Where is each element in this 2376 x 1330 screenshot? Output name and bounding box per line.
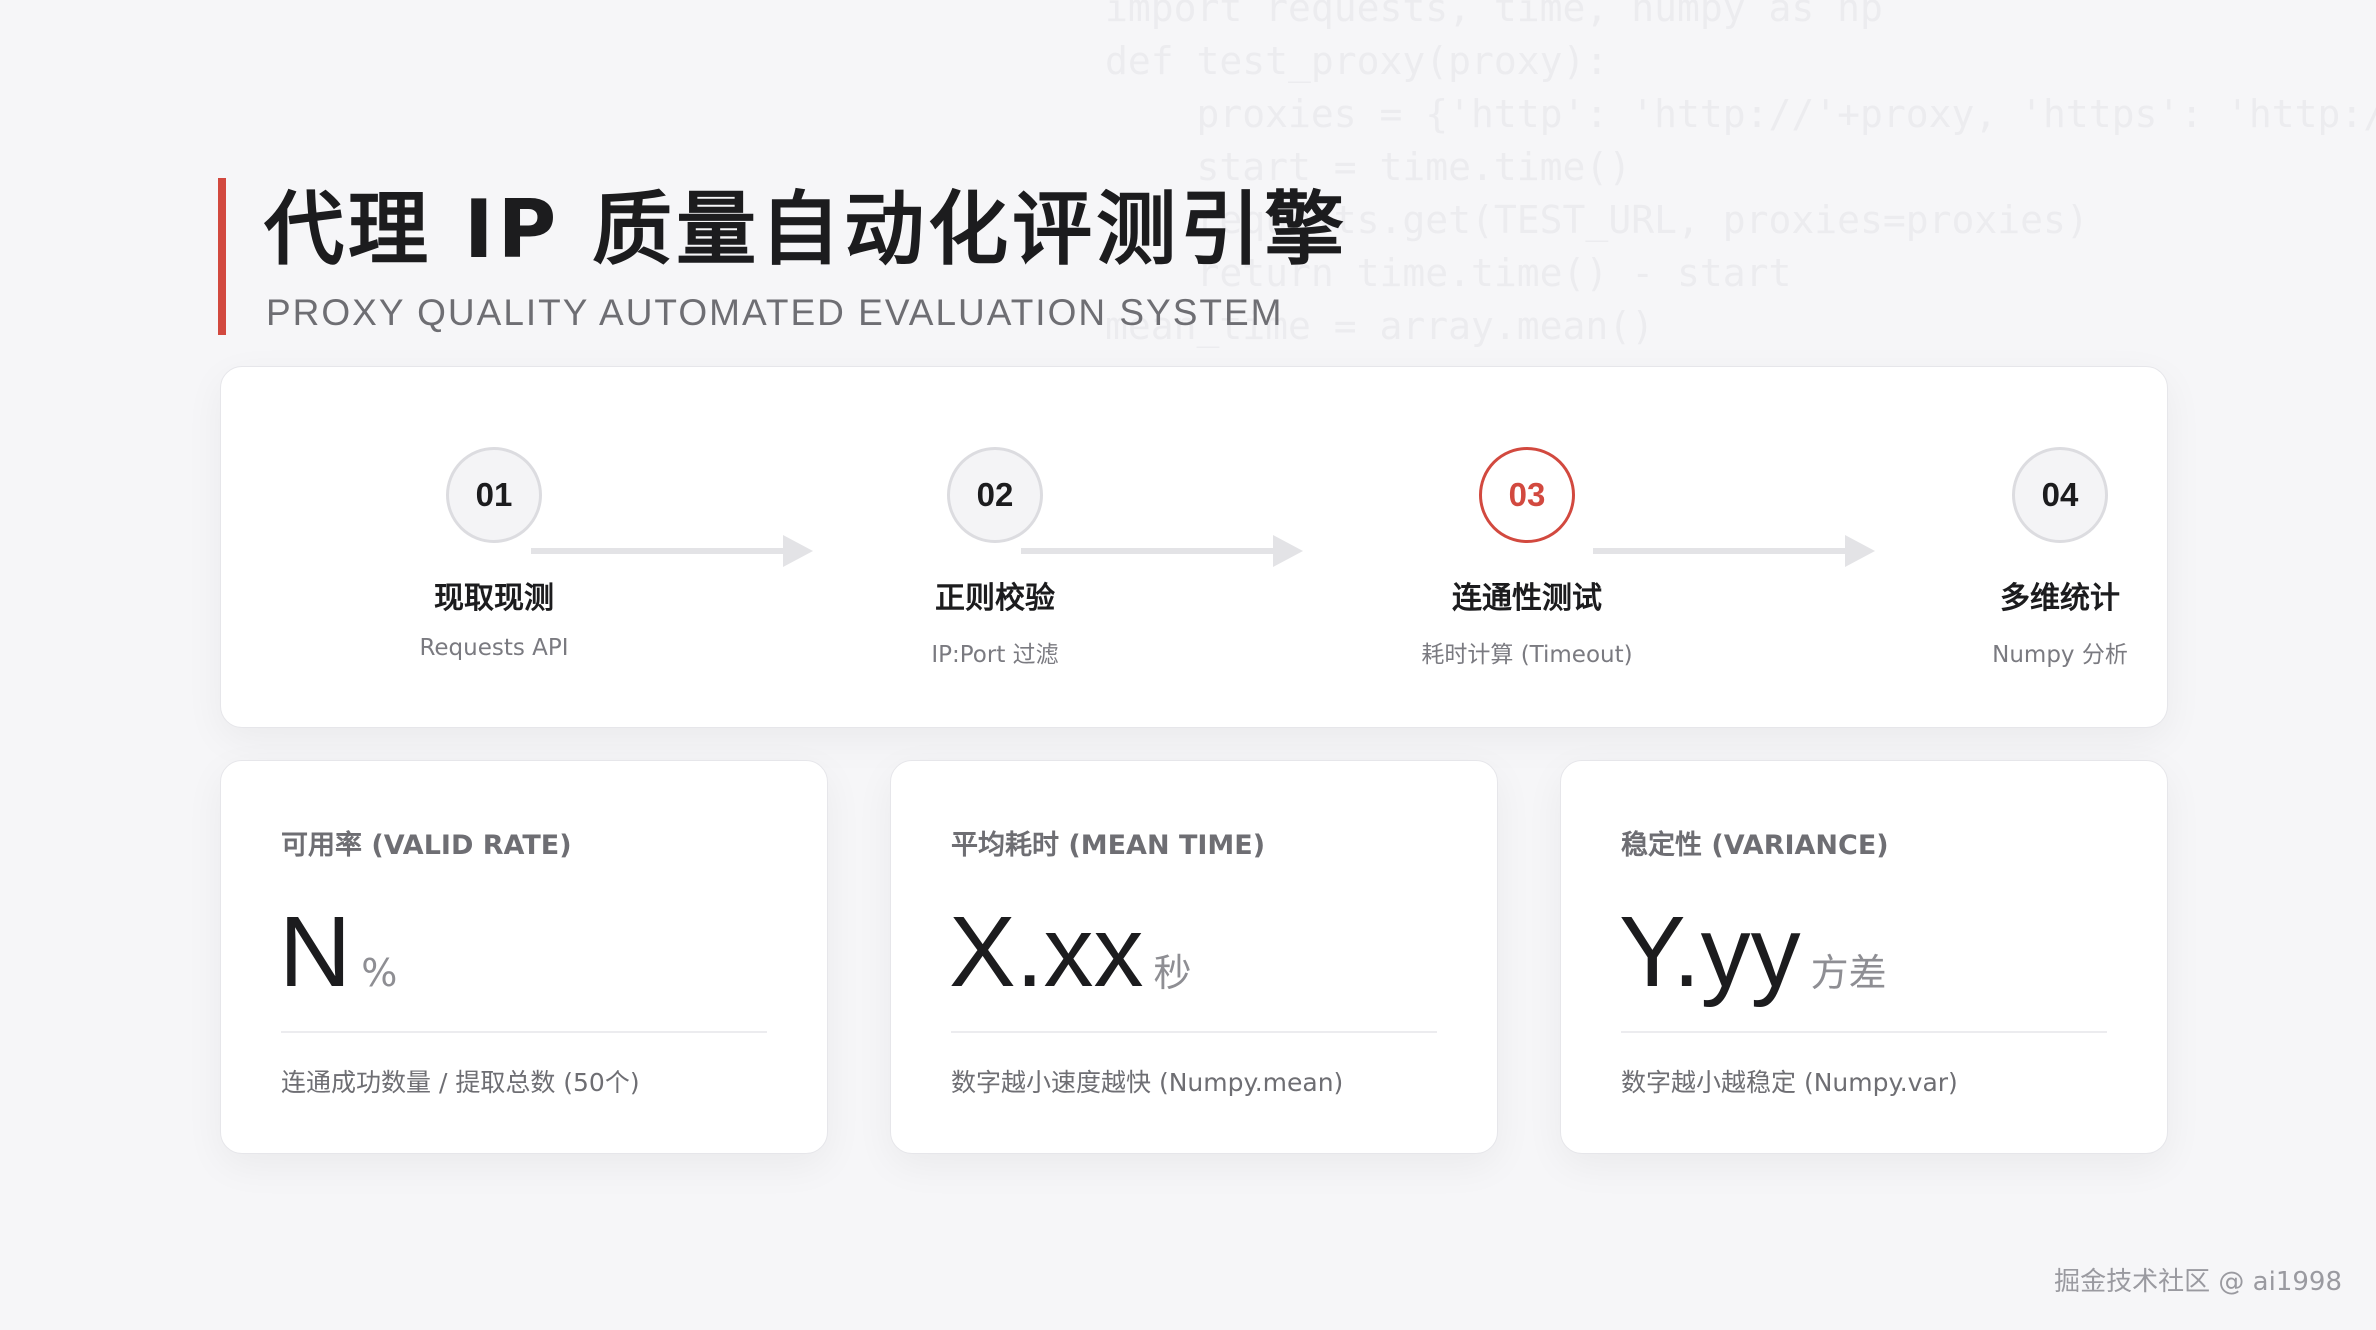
step-description: Numpy 分析: [1992, 642, 2128, 668]
title-accent-bar: [218, 178, 226, 335]
step-number-badge-active: 03: [1479, 447, 1575, 543]
step-title: 正则校验: [935, 581, 1055, 616]
metric-value: X.xx: [949, 896, 1144, 1008]
step-title: 多维统计: [2000, 581, 2120, 616]
metric-label: 稳定性 (VARIANCE): [1621, 830, 1889, 861]
metric-label: 平均耗时 (MEAN TIME): [951, 830, 1266, 861]
metric-value: N: [279, 896, 352, 1008]
step-number-badge: 01: [446, 447, 542, 543]
step-description: Requests API: [419, 635, 569, 661]
pipeline-step-4: 04 多维统计 Numpy 分析: [1910, 447, 2210, 669]
code-line: import requests, time, numpy as np: [1105, 0, 1883, 30]
metric-unit: 方差: [1810, 951, 1887, 995]
metric-note: 数字越小速度越快 (Numpy.mean): [951, 1068, 1344, 1097]
arrow-right-icon: [1021, 533, 1303, 569]
code-line: proxies = {'http': 'http://'+proxy, 'htt…: [1196, 92, 2376, 136]
metric-divider: [951, 1031, 1437, 1033]
page-subtitle: PROXY QUALITY AUTOMATED EVALUATION SYSTE…: [266, 292, 1284, 333]
metric-value-row: Y.yy 方差: [1619, 887, 1887, 1017]
metric-card-variance: 稳定性 (VARIANCE) Y.yy 方差 数字越小越稳定 (Numpy.va…: [1560, 760, 2168, 1154]
step-description: IP:Port 过滤: [931, 642, 1059, 668]
step-number-badge: 02: [947, 447, 1043, 543]
metric-divider: [281, 1031, 767, 1033]
arrow-right-icon: [531, 533, 813, 569]
arrow-right-icon: [1593, 533, 1875, 569]
metric-label: 可用率 (VALID RATE): [281, 830, 572, 861]
metric-unit: %: [361, 951, 398, 995]
step-title: 连通性测试: [1452, 581, 1602, 616]
page-title: 代理 IP 质量自动化评测引擎: [264, 183, 1349, 276]
metric-unit: 秒: [1153, 951, 1192, 995]
step-number-badge: 04: [2012, 447, 2108, 543]
metric-note: 连通成功数量 / 提取总数 (50个): [281, 1068, 640, 1097]
step-description: 耗时计算 (Timeout): [1421, 642, 1633, 668]
code-line: def test_proxy(proxy):: [1105, 39, 1609, 83]
metric-value-row: X.xx 秒: [949, 887, 1192, 1017]
metric-card-mean-time: 平均耗时 (MEAN TIME) X.xx 秒 数字越小速度越快 (Numpy.…: [890, 760, 1498, 1154]
metric-divider: [1621, 1031, 2107, 1033]
metric-note: 数字越小越稳定 (Numpy.var): [1621, 1068, 1958, 1097]
watermark: 掘金技术社区 @ ai1998: [2054, 1267, 2342, 1297]
pipeline-card: 01 现取现测 Requests API 02 正则校验 IP:Port 过滤 …: [220, 366, 2168, 728]
metric-card-valid-rate: 可用率 (VALID RATE) N % 连通成功数量 / 提取总数 (50个): [220, 760, 828, 1154]
metric-value-row: N %: [279, 887, 397, 1017]
metric-value: Y.yy: [1619, 896, 1801, 1008]
step-title: 现取现测: [434, 581, 554, 616]
